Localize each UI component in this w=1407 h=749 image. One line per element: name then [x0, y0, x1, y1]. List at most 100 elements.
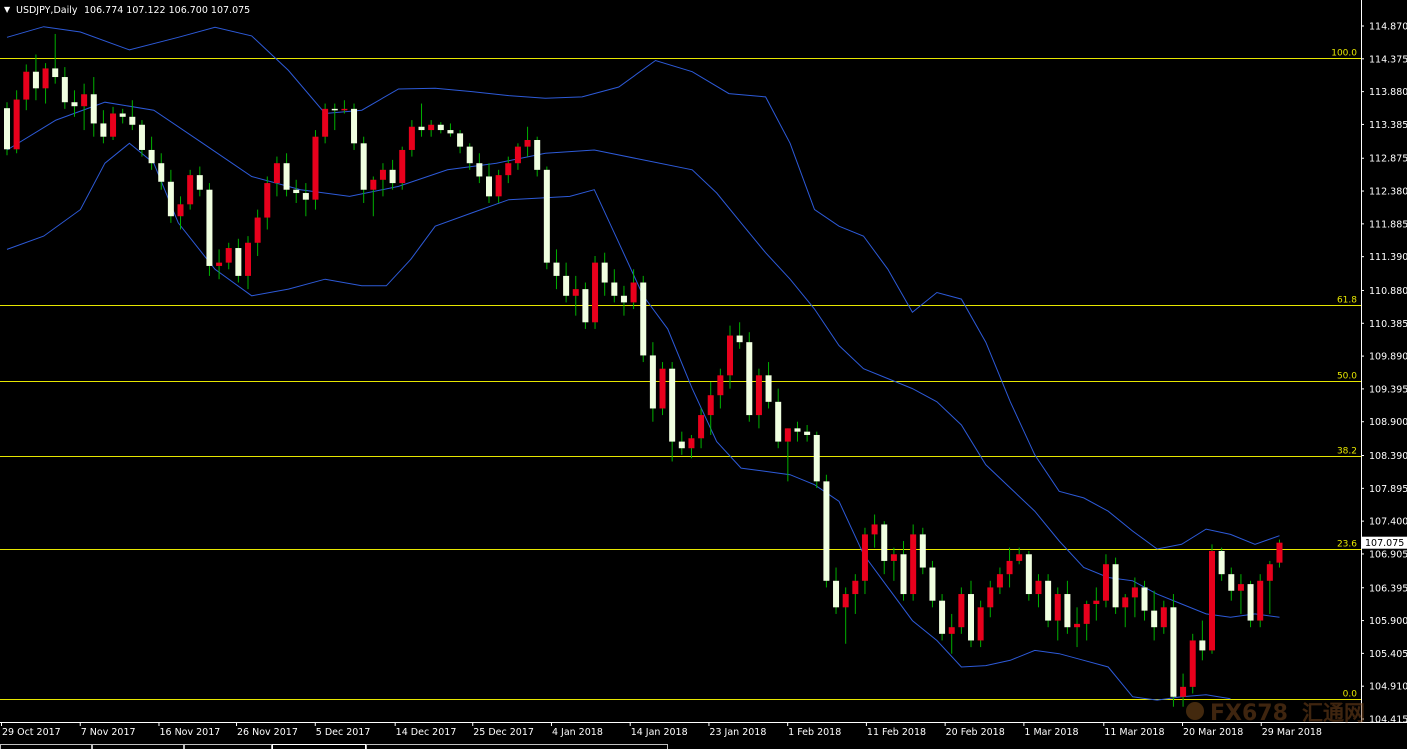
- candle-up: [23, 71, 30, 100]
- date-label: 16 Nov 2017: [159, 727, 220, 738]
- date-label: 20 Feb 2018: [946, 727, 1005, 738]
- candle-up: [1083, 603, 1090, 624]
- candle-up: [254, 217, 261, 243]
- candle-down: [196, 175, 203, 190]
- price-label: 104.910: [1369, 682, 1407, 693]
- candle-down: [968, 594, 974, 641]
- date-label: 29 Oct 2017: [2, 727, 61, 738]
- price-label: 106.905: [1369, 549, 1407, 560]
- price-label: 107.400: [1369, 517, 1407, 528]
- candle-up: [312, 136, 319, 200]
- candle-down: [457, 133, 464, 147]
- date-label: 11 Feb 2018: [867, 727, 926, 738]
- candle-up: [1160, 607, 1167, 628]
- candle-down: [1199, 640, 1206, 651]
- candle-up: [977, 607, 984, 641]
- candle-down: [4, 108, 10, 150]
- candle-up: [42, 68, 49, 89]
- candle-down: [611, 282, 618, 296]
- price-label: 105.900: [1369, 616, 1407, 627]
- candle-down: [813, 434, 820, 482]
- price-label: 114.870: [1369, 22, 1407, 33]
- candle-up: [871, 524, 878, 535]
- candle-down: [823, 481, 830, 581]
- candle-down: [833, 580, 840, 608]
- date-label: 26 Nov 2017: [237, 727, 298, 738]
- candle-up: [370, 179, 377, 190]
- chart-tab-5[interactable]: [366, 744, 668, 749]
- candle-down: [138, 124, 145, 150]
- date-label: 5 Dec 2017: [316, 727, 371, 738]
- candle-down: [804, 431, 811, 435]
- date-label: 4 Jan 2018: [552, 727, 603, 738]
- candle-down: [543, 169, 550, 263]
- candle-down: [794, 428, 801, 432]
- candle-down: [418, 126, 425, 131]
- candle-up: [717, 375, 724, 396]
- candle-down: [148, 149, 155, 164]
- candle-up: [890, 554, 897, 561]
- candle-up: [341, 108, 348, 111]
- candle-up: [1054, 594, 1061, 621]
- candle-down: [389, 169, 396, 184]
- candle-up: [187, 175, 194, 205]
- candle-down: [293, 189, 300, 194]
- candle-up: [399, 149, 406, 184]
- candle-down: [32, 71, 39, 89]
- candle-up: [1266, 564, 1273, 581]
- chart-tab-3[interactable]: [184, 744, 272, 749]
- candle-down: [61, 77, 68, 103]
- fib-label: 38.2: [1337, 447, 1357, 457]
- price-label: 114.375: [1369, 54, 1407, 65]
- candle-down: [437, 124, 444, 131]
- ohlc-label: 106.774 107.122 106.700 107.075: [84, 5, 250, 16]
- watermark-cn: 汇通网: [1302, 701, 1365, 725]
- candle-up: [81, 94, 88, 107]
- date-label: 29 Mar 2018: [1262, 727, 1322, 738]
- candle-up: [524, 140, 531, 147]
- date-label: 1 Feb 2018: [788, 727, 841, 738]
- candle-down: [1025, 554, 1032, 595]
- candle-up: [1102, 564, 1109, 601]
- watermark: FX678 汇通网: [1186, 701, 1365, 726]
- price-label: 110.880: [1369, 286, 1407, 297]
- candle-up: [1180, 686, 1187, 697]
- price-label: 108.390: [1369, 451, 1407, 462]
- date-label: 1 Mar 2018: [1024, 727, 1078, 738]
- candle-up: [630, 282, 637, 303]
- price-label: 108.900: [1369, 417, 1407, 428]
- candle-down: [746, 342, 753, 416]
- candle-down: [620, 295, 627, 303]
- candle-down: [283, 163, 290, 190]
- candle-up: [1093, 600, 1100, 604]
- price-label: 112.875: [1369, 154, 1407, 165]
- axes: [0, 0, 1407, 723]
- dropdown-arrow-icon[interactable]: ▼: [4, 5, 11, 14]
- candle-up: [1189, 640, 1196, 687]
- candle-up: [225, 248, 232, 263]
- candle-up: [322, 108, 329, 137]
- candle-up: [1276, 542, 1283, 563]
- chart-tab-1[interactable]: [0, 744, 92, 749]
- chart-header: ▼ USDJPY,Daily 106.774 107.122 106.700 1…: [4, 5, 250, 16]
- price-label: 107.895: [1369, 484, 1407, 495]
- symbol-label: USDJPY,Daily: [16, 5, 78, 16]
- candle-down: [486, 176, 492, 197]
- chart-tab-2[interactable]: [92, 744, 184, 749]
- price-label: 111.390: [1369, 252, 1407, 263]
- candle-down: [158, 163, 165, 182]
- candle-up: [755, 375, 762, 416]
- candle-up: [1074, 623, 1081, 628]
- candle-up: [910, 534, 917, 595]
- price-chart[interactable]: 100.061.850.038.223.60.0 114.870114.3751…: [0, 0, 1407, 749]
- candle-down: [100, 123, 107, 137]
- chart-tab-active[interactable]: [272, 744, 366, 749]
- candle-down: [167, 181, 174, 217]
- candle-down: [351, 108, 358, 144]
- candle-up: [572, 289, 579, 296]
- candle-up: [13, 99, 20, 150]
- candle-up: [996, 574, 1003, 588]
- candle-up: [505, 163, 512, 176]
- candle-up: [987, 587, 994, 608]
- watermark-logo: FX678: [1210, 701, 1288, 726]
